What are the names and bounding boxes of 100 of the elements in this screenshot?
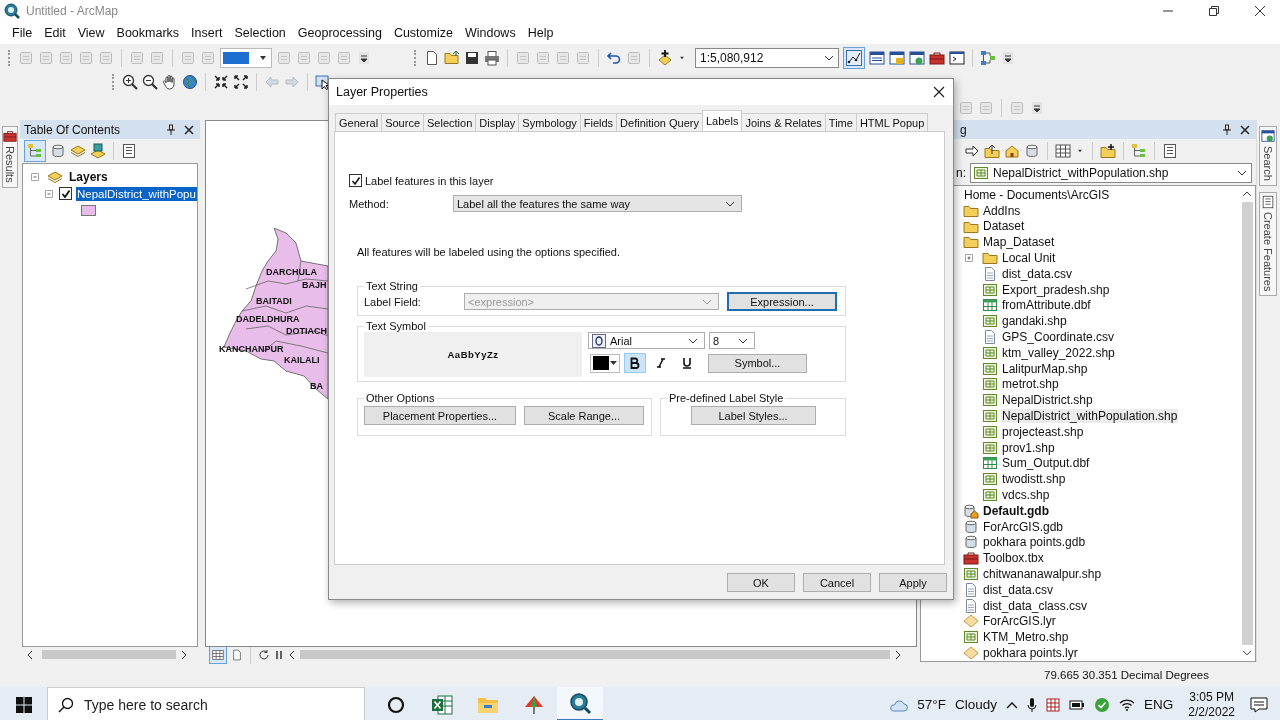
- side-tab[interactable]: Search: [1259, 126, 1277, 186]
- data-view-icon[interactable]: [212, 648, 224, 661]
- print-icon[interactable]: [484, 50, 500, 66]
- catalog-item[interactable]: Dataset: [982, 219, 1026, 234]
- scrollbar-thumb[interactable]: [42, 650, 176, 659]
- catalog-item[interactable]: pokhara points.lyr: [982, 646, 1079, 660]
- close-icon[interactable]: [1254, 5, 1266, 17]
- layers-icon[interactable]: [70, 143, 86, 159]
- expression-button[interactable]: Expression...: [727, 292, 837, 311]
- database-icon[interactable]: [1024, 143, 1040, 159]
- clock-date[interactable]: 2/2/2022: [1188, 704, 1235, 720]
- check-icon[interactable]: [1094, 696, 1110, 713]
- open-folder-icon[interactable]: [444, 50, 460, 66]
- add-data-icon[interactable]: [657, 50, 673, 66]
- save-icon[interactable]: [464, 50, 480, 66]
- undo-icon[interactable]: [606, 50, 622, 66]
- scroll-left-icon[interactable]: [26, 649, 34, 660]
- restore-icon[interactable]: [1208, 5, 1220, 17]
- catalog-item[interactable]: gandaki.shp: [1001, 314, 1068, 329]
- scrollbar-thumb[interactable]: [300, 650, 890, 659]
- toolbar-options-icon[interactable]: [1000, 50, 1016, 66]
- catalog-item[interactable]: ForArcGIS.lyr: [982, 614, 1057, 629]
- menu-item[interactable]: File: [6, 23, 39, 43]
- features-icon[interactable]: [1261, 194, 1275, 209]
- menu-item[interactable]: Edit: [38, 23, 72, 43]
- options-button[interactable]: Scale Range...: [524, 406, 644, 425]
- results-icon[interactable]: [3, 129, 17, 143]
- catalog-item[interactable]: prov1.shp: [1001, 440, 1056, 455]
- notifications-icon[interactable]: [1250, 696, 1268, 713]
- pan-icon[interactable]: [162, 74, 178, 90]
- grid-tray-icon[interactable]: [1046, 697, 1060, 712]
- scroll-right-icon[interactable]: [180, 649, 188, 660]
- forward-icon[interactable]: [964, 143, 980, 159]
- menu-item[interactable]: View: [71, 23, 111, 43]
- bold-button[interactable]: [624, 353, 646, 373]
- close-icon[interactable]: [933, 86, 945, 98]
- symbol-button[interactable]: Symbol...: [708, 353, 807, 373]
- catalog-item[interactable]: LalitpurMap.shp: [1001, 361, 1089, 376]
- checkbox[interactable]: [349, 174, 362, 187]
- selection-layers-icon[interactable]: [90, 143, 106, 159]
- layer-checkbox[interactable]: [59, 187, 72, 200]
- catalog-item[interactable]: chitwananawalpur.shp: [982, 567, 1103, 581]
- dialog-button[interactable]: OK: [727, 573, 795, 592]
- menu-item[interactable]: Bookmarks: [110, 23, 186, 43]
- tab[interactable]: Definition Query: [616, 113, 703, 131]
- menu-item[interactable]: Geoprocessing: [291, 23, 388, 43]
- catalog-item[interactable]: vdcs.shp: [1001, 488, 1051, 503]
- tree-view-icon[interactable]: [1131, 143, 1147, 159]
- toolbox-icon[interactable]: [929, 50, 945, 66]
- menu-item[interactable]: Customize: [387, 23, 459, 43]
- catalog-item[interactable]: dist_data_class.csv: [982, 598, 1089, 613]
- catalog-item[interactable]: Home - Documents\ArcGIS: [963, 187, 1111, 202]
- refresh-icon[interactable]: [258, 648, 270, 661]
- catalog-item[interactable]: projecteast.shp: [1001, 424, 1085, 439]
- connect-folder-icon[interactable]: [1100, 143, 1116, 159]
- catalog-window-icon[interactable]: [889, 50, 905, 66]
- side-tab[interactable]: Results: [2, 126, 18, 188]
- layer-name[interactable]: NepalDistrict_withPopu: [76, 186, 197, 201]
- language-indicator[interactable]: ENG: [1144, 697, 1174, 712]
- tree-item[interactable]: Layers: [69, 169, 108, 184]
- pin-icon[interactable]: [166, 123, 176, 136]
- start-icon[interactable]: [15, 695, 33, 714]
- catalog-item[interactable]: Default.gdb: [982, 503, 1050, 518]
- scale-field[interactable]: 1:5,080,912: [695, 48, 839, 68]
- catalog-item[interactable]: ktm_valley_2022.shp: [1001, 345, 1116, 360]
- scroll-down-icon[interactable]: [1242, 649, 1252, 657]
- options-icon[interactable]: [121, 143, 137, 159]
- catalog-item[interactable]: dist_data.csv: [982, 582, 1055, 597]
- font-size-dropdown[interactable]: 8: [709, 332, 755, 349]
- wifi-icon[interactable]: [1119, 697, 1135, 712]
- menu-item[interactable]: Help: [521, 23, 560, 43]
- underline-icon[interactable]: [681, 357, 693, 369]
- options-button[interactable]: Placement Properties...: [364, 406, 516, 425]
- symbol-swatch[interactable]: [81, 205, 96, 216]
- catalog-item[interactable]: GPS_Coordinate.csv: [1001, 330, 1116, 345]
- label-styles-button[interactable]: Label Styles...: [690, 406, 816, 425]
- catalog-item[interactable]: NepalDistrict.shp: [1001, 393, 1094, 408]
- home-icon[interactable]: [1004, 143, 1020, 159]
- new-document-icon[interactable]: [424, 50, 440, 66]
- pin-icon[interactable]: [1222, 123, 1232, 136]
- search-window-icon[interactable]: [909, 50, 925, 66]
- catalog-item[interactable]: KTM_Metro.shp: [982, 630, 1070, 645]
- menu-item[interactable]: Selection: [228, 23, 292, 43]
- catalog-item[interactable]: metrot.shp: [1001, 377, 1060, 392]
- search-icon[interactable]: [1261, 129, 1275, 143]
- microphone-icon[interactable]: [1027, 696, 1037, 713]
- editor-toolbar-icon[interactable]: [846, 50, 862, 66]
- view-grid-icon[interactable]: [1055, 143, 1071, 159]
- model-builder-icon[interactable]: [980, 50, 996, 66]
- catalog-item[interactable]: dist_data.csv: [1001, 266, 1074, 281]
- method-dropdown[interactable]: Label all the features the same way: [453, 195, 742, 212]
- color-picker[interactable]: [590, 353, 620, 373]
- caret-icon[interactable]: [610, 360, 617, 366]
- dialog-button[interactable]: Apply: [879, 573, 947, 592]
- tab[interactable]: Display: [475, 113, 520, 131]
- catalog-item[interactable]: AddIns: [982, 203, 1022, 218]
- catalog-item[interactable]: Map_Dataset: [982, 235, 1056, 250]
- bold-icon[interactable]: [629, 357, 641, 369]
- catalog-item[interactable]: Sum_Output.dbf: [1001, 456, 1091, 471]
- globe-icon[interactable]: [182, 74, 198, 90]
